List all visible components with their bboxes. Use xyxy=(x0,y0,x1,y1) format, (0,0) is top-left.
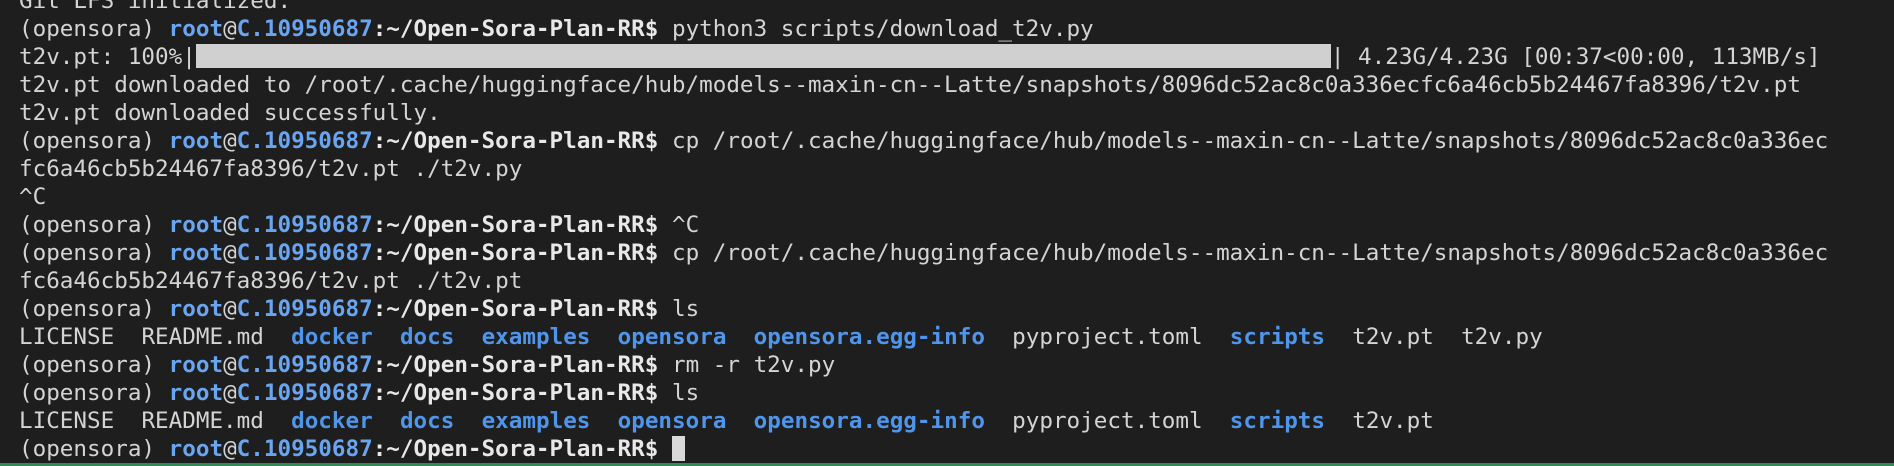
dir-docs: docs xyxy=(399,408,455,434)
command-text: ^C xyxy=(671,212,700,238)
prompt-sigil xyxy=(658,240,672,266)
prompt-at: @ xyxy=(223,436,237,462)
command-text: python3 scripts/download_t2v.py xyxy=(671,16,1094,42)
output-line: ^C xyxy=(19,184,47,210)
dir-examples: examples xyxy=(481,408,591,434)
prompt-env: (opensora) xyxy=(19,240,169,266)
dir-docs: docs xyxy=(399,324,455,350)
prompt-user: root xyxy=(168,352,224,378)
dir-docker: docker xyxy=(291,324,373,350)
prompt-path: :~/Open-Sora-Plan-RR$ xyxy=(372,352,659,378)
prompt-at: @ xyxy=(223,16,237,42)
prompt-env: (opensora) xyxy=(19,436,169,462)
prompt-env: (opensora) xyxy=(19,128,169,154)
output-line: fc6a46cb5b24467fa8396/t2v.pt ./t2v.py xyxy=(19,156,523,182)
prompt-at: @ xyxy=(223,380,237,406)
progress-suffix: | 4.23G/4.23G [00:37<00:00, 113MB/s] xyxy=(1330,44,1821,70)
prompt-path: :~/Open-Sora-Plan-RR$ xyxy=(372,380,659,406)
ls-output: LICENSE README.md docker docs examples o… xyxy=(19,323,1889,351)
prompt-env: (opensora) xyxy=(19,352,169,378)
dir-opensora-egg-info: opensora.egg-info xyxy=(753,324,985,350)
prompt-sigil xyxy=(658,296,672,322)
active-prompt-line[interactable]: (opensora) root@C.10950687:~/Open-Sora-P… xyxy=(19,435,1889,463)
prompt-env: (opensora) xyxy=(19,16,169,42)
command-text: cp /root/.cache/huggingface/hub/models--… xyxy=(671,128,1829,154)
prompt-host: C.10950687 xyxy=(236,380,373,406)
file-readme: README.md xyxy=(141,324,264,350)
command-line: (opensora) root@C.10950687:~/Open-Sora-P… xyxy=(19,295,1889,323)
command-line: (opensora) root@C.10950687:~/Open-Sora-P… xyxy=(19,127,1889,155)
prompt-path: :~/Open-Sora-Plan-RR$ xyxy=(372,128,659,154)
prompt-sigil xyxy=(658,212,672,238)
command-text: cp /root/.cache/huggingface/hub/models--… xyxy=(671,240,1829,266)
command-line: (opensora) root@C.10950687:~/Open-Sora-P… xyxy=(19,379,1889,407)
progress-prefix: t2v.pt: 100%| xyxy=(19,44,196,70)
dir-scripts: scripts xyxy=(1229,408,1326,434)
output-line: Git LFS initialized. xyxy=(19,0,292,14)
file-t2v-pt: t2v.pt xyxy=(1352,408,1434,434)
command-text: ls xyxy=(671,380,700,406)
prompt-host: C.10950687 xyxy=(236,16,373,42)
prompt-path: :~/Open-Sora-Plan-RR$ xyxy=(372,240,659,266)
file-license: LICENSE xyxy=(19,408,115,434)
prompt-user: root xyxy=(168,240,224,266)
command-line: (opensora) root@C.10950687:~/Open-Sora-P… xyxy=(19,351,1889,379)
file-t2v-pt: t2v.pt xyxy=(1352,324,1434,350)
prompt-env: (opensora) xyxy=(19,212,169,238)
dir-opensora: opensora xyxy=(617,408,727,434)
terminal-cursor[interactable] xyxy=(671,436,685,461)
file-pyproject: pyproject.toml xyxy=(1012,408,1203,434)
dir-opensora-egg-info: opensora.egg-info xyxy=(753,408,985,434)
file-t2v-py: t2v.py xyxy=(1461,324,1543,350)
prompt-user: root xyxy=(168,212,224,238)
output-line: t2v.pt downloaded successfully. xyxy=(19,100,441,126)
prompt-at: @ xyxy=(223,128,237,154)
prompt-sigil xyxy=(658,436,672,462)
prompt-path: :~/Open-Sora-Plan-RR$ xyxy=(372,436,659,462)
prompt-path: :~/Open-Sora-Plan-RR$ xyxy=(372,296,659,322)
prompt-host: C.10950687 xyxy=(236,436,373,462)
command-text: ls xyxy=(671,296,700,322)
progress-line: t2v.pt: 100%| | 4.23G/4.23G [00:37<00:00,… xyxy=(19,43,1889,71)
prompt-at: @ xyxy=(223,212,237,238)
file-readme: README.md xyxy=(141,408,264,434)
prompt-sigil xyxy=(658,352,672,378)
prompt-host: C.10950687 xyxy=(236,212,373,238)
prompt-at: @ xyxy=(223,352,237,378)
prompt-user: root xyxy=(168,128,224,154)
ls-output: LICENSE README.md docker docs examples o… xyxy=(19,407,1889,435)
output-line: t2v.pt downloaded to /root/.cache/huggin… xyxy=(19,72,1801,98)
command-line: (opensora) root@C.10950687:~/Open-Sora-P… xyxy=(19,15,1889,43)
command-line: (opensora) root@C.10950687:~/Open-Sora-P… xyxy=(19,211,1889,239)
command-text: rm -r t2v.py xyxy=(671,352,836,378)
prompt-path: :~/Open-Sora-Plan-RR$ xyxy=(372,16,659,42)
prompt-sigil xyxy=(658,380,672,406)
prompt-path: :~/Open-Sora-Plan-RR$ xyxy=(372,212,659,238)
prompt-host: C.10950687 xyxy=(236,240,373,266)
dir-opensora: opensora xyxy=(617,324,727,350)
command-line: (opensora) root@C.10950687:~/Open-Sora-P… xyxy=(19,239,1889,267)
terminal-output[interactable]: Git LFS initialized. (opensora) root@C.1… xyxy=(19,0,1889,463)
prompt-user: root xyxy=(168,380,224,406)
dir-scripts: scripts xyxy=(1229,324,1326,350)
dir-docker: docker xyxy=(291,408,373,434)
prompt-host: C.10950687 xyxy=(236,128,373,154)
prompt-at: @ xyxy=(223,240,237,266)
dir-examples: examples xyxy=(481,324,591,350)
prompt-host: C.10950687 xyxy=(236,296,373,322)
prompt-env: (opensora) xyxy=(19,380,169,406)
prompt-user: root xyxy=(168,16,224,42)
prompt-sigil xyxy=(658,16,672,42)
prompt-host: C.10950687 xyxy=(236,352,373,378)
prompt-sigil xyxy=(658,128,672,154)
output-line: fc6a46cb5b24467fa8396/t2v.pt ./t2v.pt xyxy=(19,268,523,294)
prompt-user: root xyxy=(168,436,224,462)
file-pyproject: pyproject.toml xyxy=(1012,324,1203,350)
prompt-user: root xyxy=(168,296,224,322)
progress-bar xyxy=(195,44,1331,68)
prompt-at: @ xyxy=(223,296,237,322)
file-license: LICENSE xyxy=(19,324,115,350)
prompt-env: (opensora) xyxy=(19,296,169,322)
